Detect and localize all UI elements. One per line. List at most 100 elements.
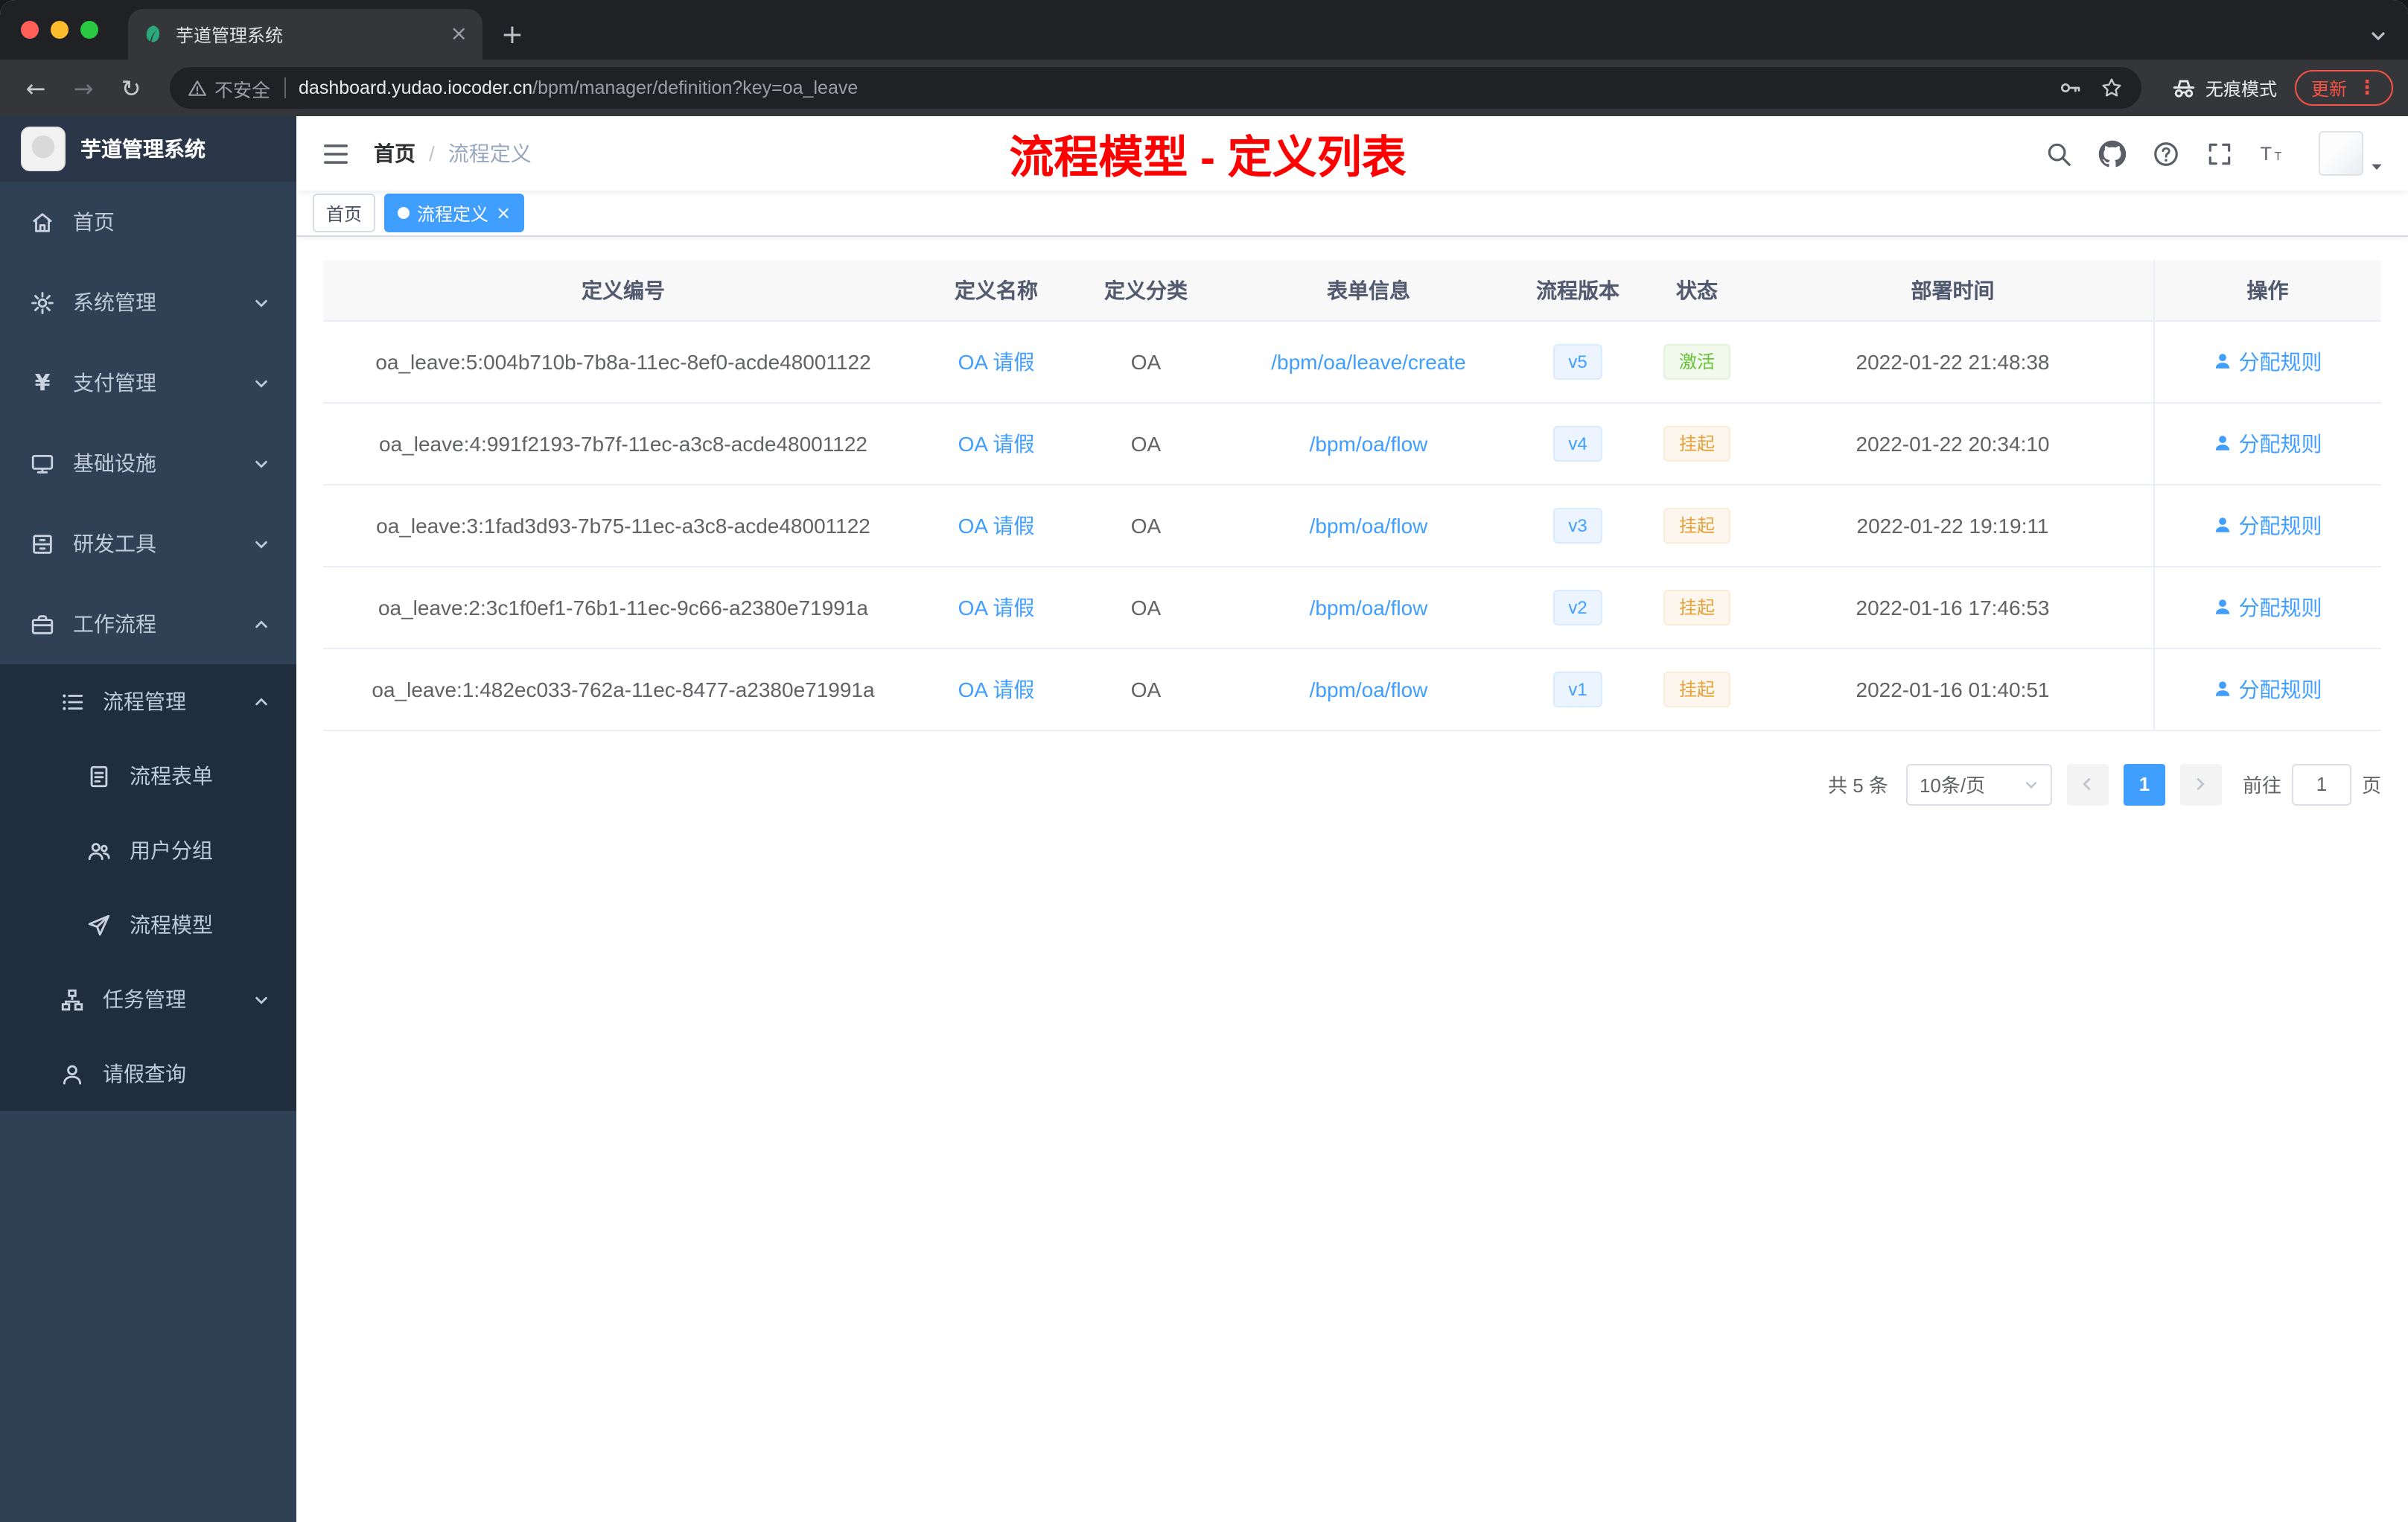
pagination-total: 共 5 条	[1828, 774, 1888, 797]
bookmark-star-icon[interactable]	[2100, 76, 2124, 100]
app-logo-bar[interactable]: 芋道管理系统	[0, 116, 296, 182]
definition-name-link[interactable]: OA 请假	[958, 431, 1035, 455]
definition-category: OA	[1069, 566, 1223, 649]
sidebar-item-process-model[interactable]: 流程模型	[0, 888, 296, 962]
user-icon	[63, 1064, 82, 1084]
content-area: 定义编号 定义名称 定义分类 表单信息 流程版本 状态 部署时间 操作 oa_l	[296, 237, 2408, 1522]
yen-icon: ¥	[34, 369, 51, 396]
incognito-badge: 无痕模式	[2171, 75, 2277, 101]
tab-search-caret-icon[interactable]	[2369, 27, 2387, 45]
avatar[interactable]	[2319, 131, 2363, 176]
caret-down-icon	[2372, 164, 2382, 171]
definition-id: oa_leave:1:482ec033-762a-11ec-8477-a2380…	[323, 648, 923, 730]
reload-button[interactable]: ↻	[110, 67, 152, 109]
chevron-down-icon	[2025, 781, 2037, 789]
sidebar-item-leave-query[interactable]: 请假查询	[0, 1037, 296, 1111]
sidebar-item-process-form[interactable]: 流程表单	[0, 739, 296, 813]
sidebar-item-infrastructure[interactable]: 基础设施	[0, 423, 296, 503]
col-definition-category: 定义分类	[1069, 261, 1223, 321]
user-icon	[2216, 518, 2230, 532]
sidebar-item-user-group[interactable]: 用户分组	[0, 813, 296, 888]
sidebar-item-workflow[interactable]: 工作流程	[0, 584, 296, 664]
version-tag: v2	[1553, 589, 1602, 625]
tag-close-icon[interactable]: ×	[496, 204, 511, 222]
user-menu[interactable]	[2319, 131, 2384, 176]
search-icon[interactable]	[2045, 139, 2073, 168]
form-info-link[interactable]: /bpm/oa/flow	[1310, 595, 1428, 619]
definition-name-link[interactable]: OA 请假	[958, 677, 1035, 701]
browser-menu-icon[interactable]: ⋮	[2357, 77, 2377, 99]
chevron-down-icon	[255, 299, 267, 307]
fullscreen-icon[interactable]	[2205, 139, 2234, 168]
sidebar-item-process-management[interactable]: 流程管理	[0, 664, 296, 739]
font-size-icon[interactable]: T T	[2259, 139, 2287, 168]
chevron-left-icon	[2083, 778, 2092, 790]
macos-window-controls	[0, 0, 113, 60]
chevron-up-icon	[255, 620, 267, 628]
table-header-row: 定义编号 定义名称 定义分类 表单信息 流程版本 状态 部署时间 操作	[323, 261, 2381, 321]
form-document-icon	[90, 765, 108, 787]
forward-button[interactable]: →	[63, 67, 104, 109]
sidebar-collapse-button[interactable]	[308, 127, 362, 180]
page-size-select[interactable]: 10条/页	[1905, 763, 2052, 805]
list-icon	[63, 693, 83, 710]
breadcrumb-home[interactable]: 首页	[374, 138, 415, 168]
current-page-button[interactable]: 1	[2123, 763, 2165, 805]
next-page-button[interactable]	[2179, 763, 2222, 805]
form-info-link[interactable]: /bpm/oa/flow	[1310, 677, 1428, 701]
assign-rule-button[interactable]: 分配规则	[2214, 428, 2322, 458]
deploy-time: 2022-01-22 20:34:10	[1753, 402, 2153, 485]
definition-name-link[interactable]: OA 请假	[958, 349, 1035, 373]
omnibox-divider	[284, 77, 286, 98]
assign-rule-button[interactable]: 分配规则	[2214, 592, 2322, 622]
workflow-submenu: 流程管理 流程表单 用户分组 流程模型 任务管理 请假查询	[0, 664, 296, 1111]
table-row: oa_leave:5:004b710b-7b8a-11ec-8ef0-acde4…	[323, 320, 2381, 403]
tab-close-icon[interactable]: ×	[450, 24, 468, 45]
form-info-link[interactable]: /bpm/oa/flow	[1310, 431, 1428, 455]
chevron-right-icon	[2197, 778, 2205, 790]
tags-view-bar: 首页 流程定义 ×	[296, 191, 2408, 237]
assign-rule-button[interactable]: 分配规则	[2214, 674, 2322, 704]
sidebar-item-task-management[interactable]: 任务管理	[0, 962, 296, 1037]
tag-process-definition[interactable]: 流程定义 ×	[384, 194, 525, 232]
table-row: oa_leave:2:3c1f0ef1-76b1-11ec-9c66-a2380…	[323, 566, 2381, 649]
deploy-time: 2022-01-22 21:48:38	[1753, 320, 2153, 403]
form-info-link[interactable]: /bpm/oa/leave/create	[1271, 349, 1466, 373]
tab-strip: 芋道管理系统 × +	[0, 0, 2408, 60]
browser-tab[interactable]: 芋道管理系统 ×	[128, 9, 482, 60]
sidebar-item-system[interactable]: 系统管理	[0, 262, 296, 343]
sidebar-item-home[interactable]: 首页	[0, 182, 296, 262]
prev-page-button[interactable]	[2066, 763, 2109, 805]
form-info-link[interactable]: /bpm/oa/flow	[1310, 513, 1428, 537]
security-warning[interactable]: 不安全	[188, 74, 270, 102]
help-question-icon[interactable]	[2152, 139, 2180, 168]
chevron-down-icon	[255, 540, 267, 548]
pagination: 共 5 条 10条/页 1 前往 1 页	[323, 763, 2381, 805]
browser-window: 芋道管理系统 × + ← → ↻ 不安全 dashboard.yudao.ioc…	[0, 0, 2408, 1522]
close-window-button[interactable]	[21, 21, 39, 39]
goto-page-input[interactable]	[2291, 763, 2351, 805]
sidebar-item-payment[interactable]: ¥ 支付管理	[0, 343, 296, 423]
user-icon	[2216, 354, 2230, 369]
password-key-icon[interactable]	[2058, 76, 2082, 100]
org-tree-icon	[61, 988, 83, 1010]
assign-rule-button[interactable]: 分配规则	[2214, 346, 2322, 376]
browser-update-button[interactable]: 更新 ⋮	[2294, 70, 2393, 106]
github-icon[interactable]	[2098, 139, 2127, 168]
briefcase-icon	[31, 614, 54, 634]
minimize-window-button[interactable]	[51, 21, 69, 39]
definition-id: oa_leave:3:1fad3d93-7b75-11ec-a3c8-acde4…	[323, 484, 923, 567]
definition-name-link[interactable]: OA 请假	[958, 595, 1035, 619]
new-tab-button[interactable]: +	[491, 13, 533, 55]
version-tag: v1	[1553, 671, 1602, 707]
address-bar[interactable]: 不安全 dashboard.yudao.iocoder.cn/bpm/manag…	[170, 67, 2141, 109]
url-host: dashboard.yudao.iocoder.cn	[299, 77, 533, 98]
url-path: /bpm/manager/definition?key=oa_leave	[532, 77, 859, 98]
assign-rule-button[interactable]: 分配规则	[2214, 510, 2322, 540]
tag-home[interactable]: 首页	[313, 194, 376, 232]
version-tag: v3	[1553, 507, 1602, 543]
back-button[interactable]: ←	[15, 67, 57, 109]
maximize-window-button[interactable]	[80, 21, 98, 39]
definition-name-link[interactable]: OA 请假	[958, 513, 1035, 537]
sidebar-item-devtools[interactable]: 研发工具	[0, 503, 296, 584]
